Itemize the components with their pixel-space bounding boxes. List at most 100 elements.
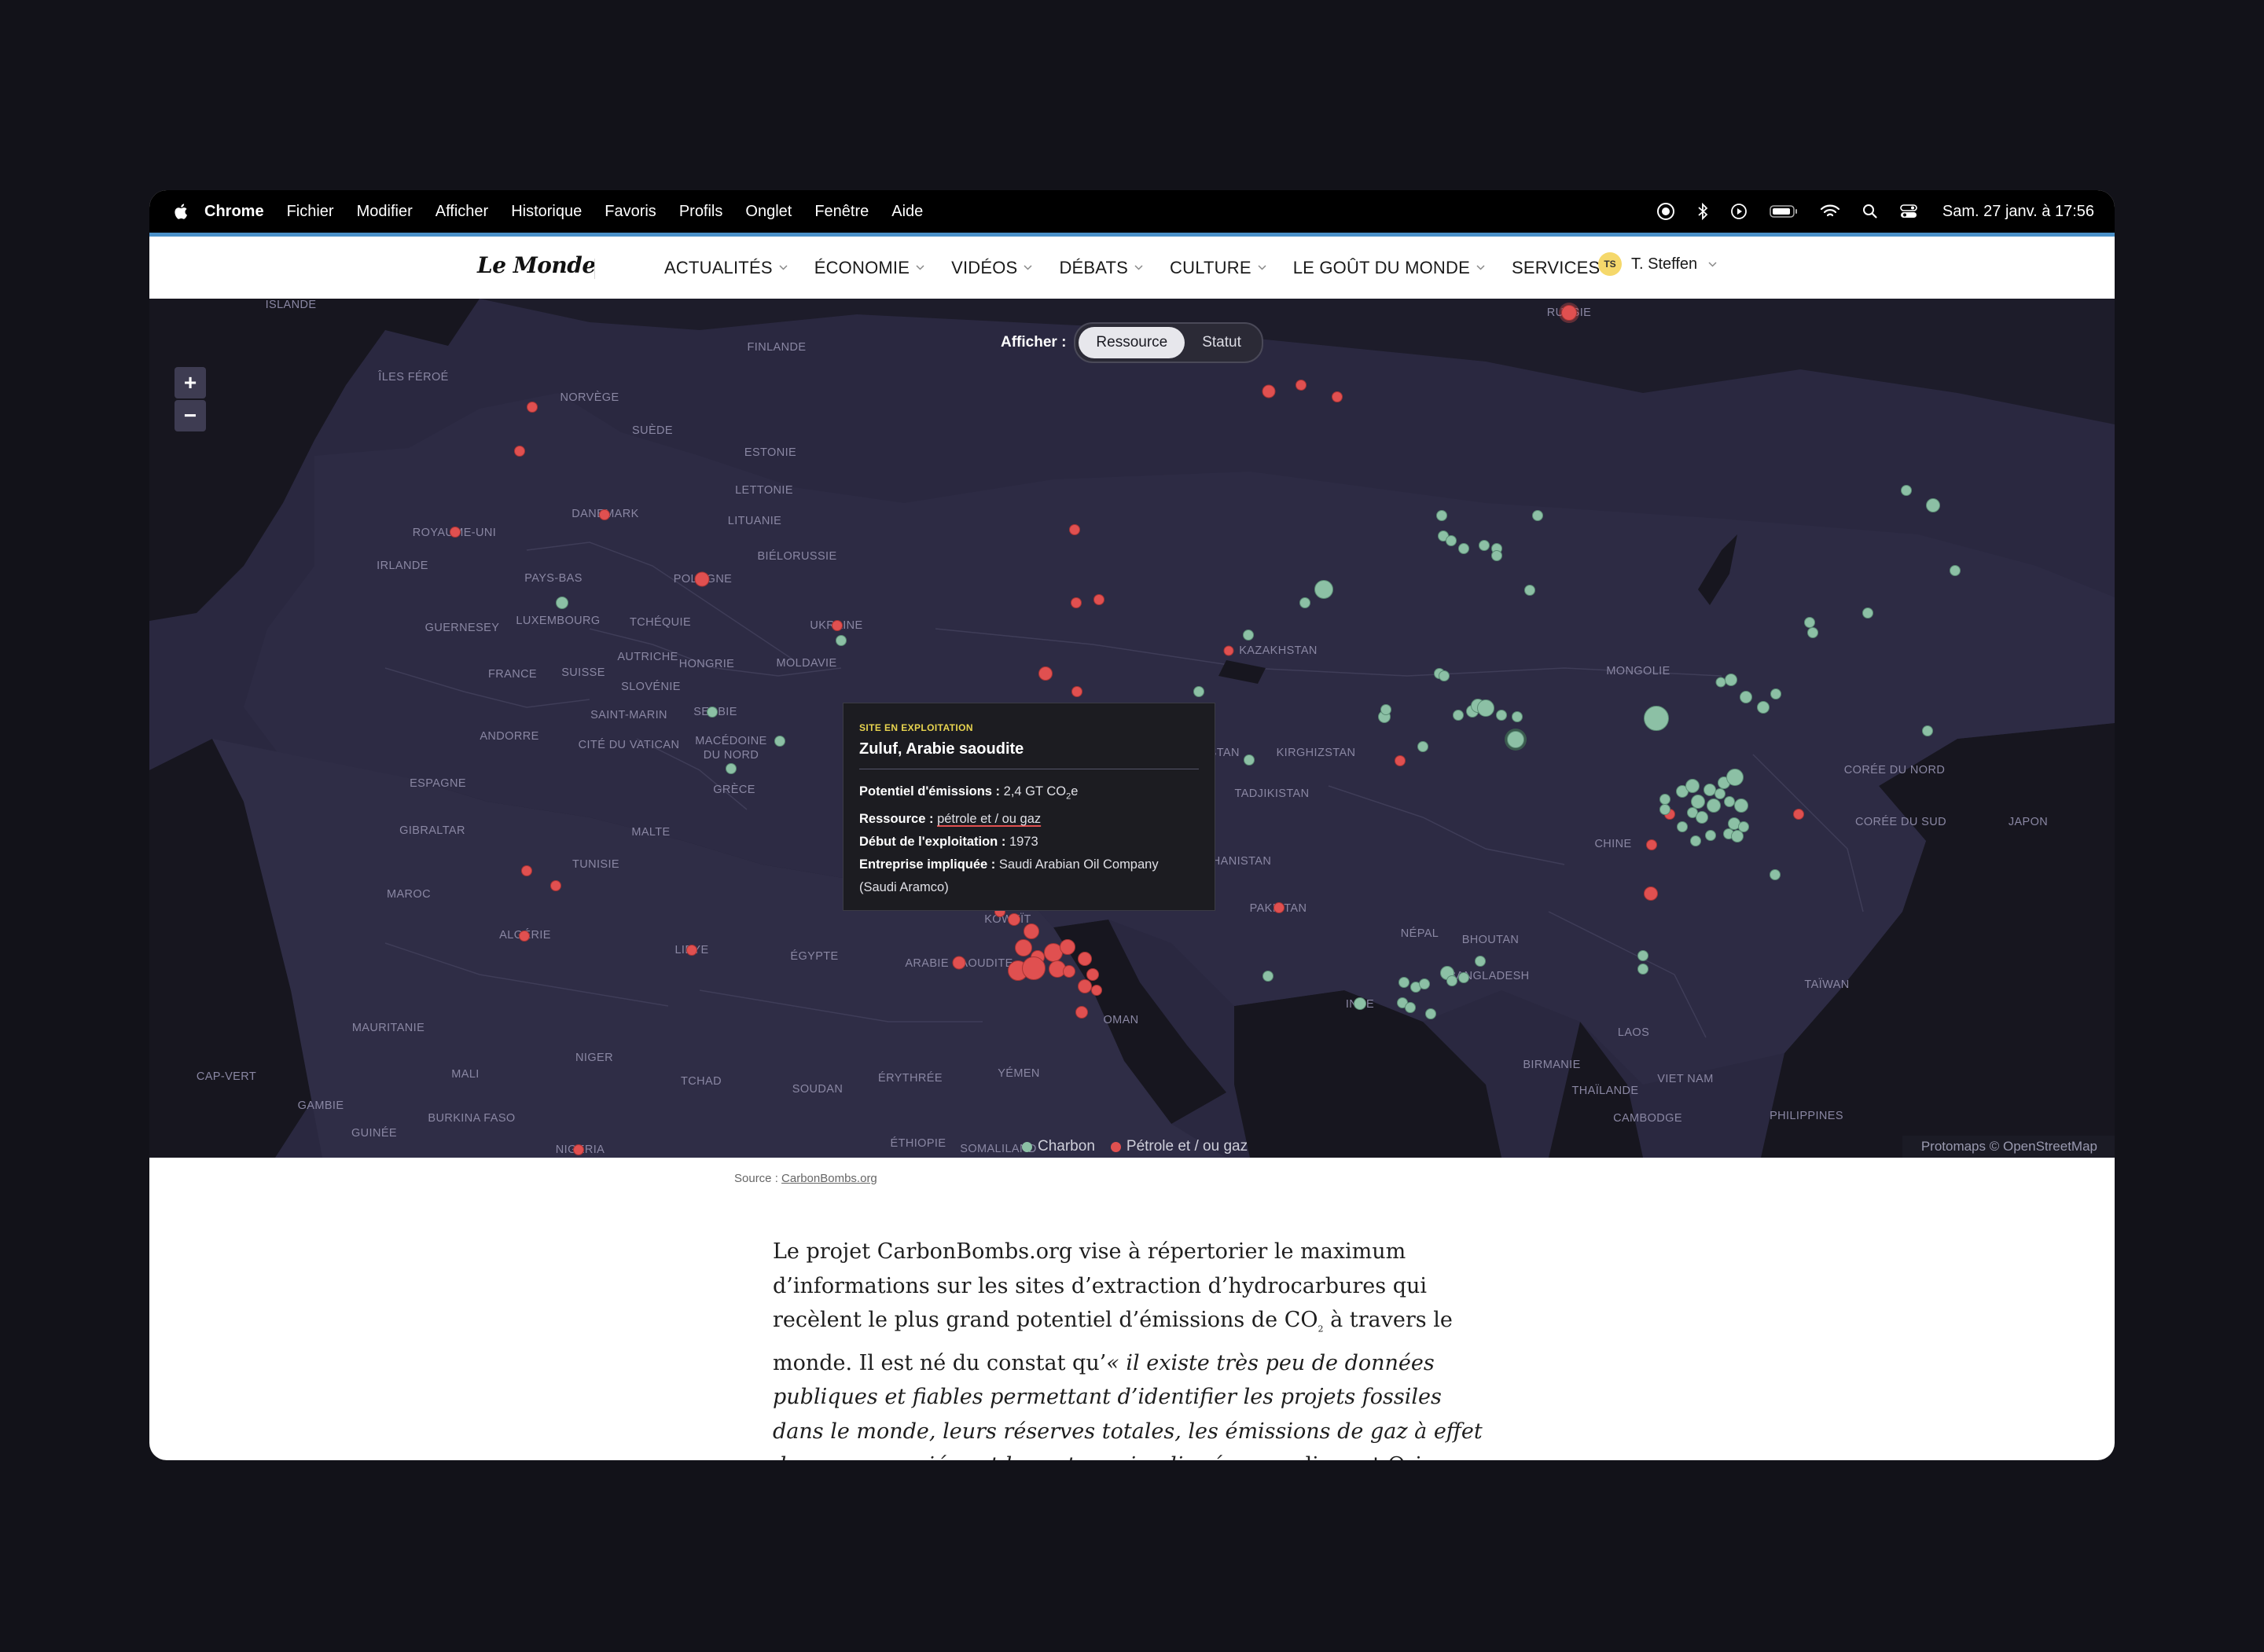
coal-site-marker[interactable] bbox=[1677, 821, 1688, 832]
coal-site-marker[interactable] bbox=[707, 707, 718, 718]
oil-gas-site-marker[interactable] bbox=[1071, 597, 1082, 608]
coal-site-marker[interactable] bbox=[1738, 821, 1749, 832]
oil-gas-site-marker[interactable] bbox=[1091, 985, 1102, 996]
play-icon[interactable] bbox=[1730, 203, 1748, 220]
coal-site-marker[interactable] bbox=[1734, 798, 1748, 813]
coal-site-marker[interactable] bbox=[1637, 950, 1648, 961]
coal-site-marker[interactable] bbox=[1512, 711, 1523, 722]
battery-icon[interactable] bbox=[1770, 204, 1798, 218]
oil-gas-site-marker[interactable] bbox=[1296, 380, 1307, 391]
coal-site-marker[interactable] bbox=[1757, 701, 1770, 714]
coal-site-marker[interactable] bbox=[1262, 971, 1274, 982]
coal-site-marker[interactable] bbox=[1475, 956, 1486, 967]
oil-gas-site-marker[interactable] bbox=[1223, 645, 1234, 656]
menu-aide[interactable]: Aide bbox=[891, 203, 923, 221]
map-attribution[interactable]: Protomaps © OpenStreetMap bbox=[1902, 1136, 2115, 1158]
coal-site-marker[interactable] bbox=[1770, 688, 1781, 699]
oil-gas-site-marker[interactable] bbox=[1395, 755, 1406, 766]
coal-site-marker[interactable] bbox=[1804, 617, 1815, 628]
apple-icon[interactable] bbox=[173, 202, 190, 221]
oil-gas-site-marker[interactable] bbox=[1060, 939, 1075, 955]
oil-gas-site-marker[interactable] bbox=[599, 509, 610, 520]
user-menu[interactable]: TS T. Steffen bbox=[1598, 252, 1717, 276]
oil-gas-site-marker[interactable] bbox=[1008, 913, 1020, 926]
nav-economie[interactable]: ÉCONOMIE bbox=[814, 258, 924, 278]
zoom-out-button[interactable]: − bbox=[175, 400, 206, 431]
oil-gas-site-marker[interactable] bbox=[1071, 686, 1082, 697]
coal-site-marker[interactable] bbox=[1244, 754, 1255, 765]
coal-site-marker[interactable] bbox=[1532, 510, 1543, 521]
coal-site-marker[interactable] bbox=[1926, 498, 1940, 512]
oil-gas-site-marker[interactable] bbox=[527, 402, 538, 413]
coal-site-marker[interactable] bbox=[1726, 769, 1744, 786]
coal-site-marker[interactable] bbox=[1496, 710, 1507, 721]
coal-site-marker[interactable] bbox=[1405, 1002, 1416, 1013]
oil-gas-site-marker[interactable] bbox=[1069, 524, 1080, 535]
coal-site-marker[interactable] bbox=[1507, 731, 1524, 748]
coal-site-marker[interactable] bbox=[1193, 686, 1204, 697]
oil-gas-site-marker[interactable] bbox=[694, 571, 710, 587]
coal-site-marker[interactable] bbox=[1740, 691, 1752, 703]
oil-gas-site-marker[interactable] bbox=[1093, 594, 1104, 605]
oil-gas-site-marker[interactable] bbox=[1332, 391, 1343, 402]
oil-gas-site-marker[interactable] bbox=[1561, 305, 1577, 321]
oil-gas-site-marker[interactable] bbox=[1038, 666, 1053, 681]
oil-gas-site-marker[interactable] bbox=[1086, 968, 1099, 981]
wifi-icon[interactable] bbox=[1820, 204, 1840, 219]
coal-site-marker[interactable] bbox=[1436, 510, 1447, 521]
coal-site-marker[interactable] bbox=[556, 597, 568, 609]
coal-site-marker[interactable] bbox=[1524, 585, 1535, 596]
coal-site-marker[interactable] bbox=[836, 635, 847, 646]
coal-site-marker[interactable] bbox=[1243, 630, 1254, 641]
coal-site-marker[interactable] bbox=[1299, 597, 1310, 608]
coal-site-marker[interactable] bbox=[1696, 811, 1708, 824]
nav-videos[interactable]: VIDÉOS bbox=[951, 258, 1032, 278]
nav-gout-du-monde[interactable]: LE GOÛT DU MONDE bbox=[1293, 258, 1485, 278]
coal-site-marker[interactable] bbox=[1314, 580, 1333, 599]
oil-gas-site-marker[interactable] bbox=[1024, 923, 1039, 939]
oil-gas-site-marker[interactable] bbox=[573, 1144, 584, 1155]
oil-gas-site-marker[interactable] bbox=[1644, 887, 1658, 901]
menubar-clock[interactable]: Sam. 27 janv. à 17:56 bbox=[1942, 203, 2094, 221]
coal-site-marker[interactable] bbox=[1458, 972, 1469, 983]
coal-site-marker[interactable] bbox=[1477, 699, 1494, 717]
menu-favoris[interactable]: Favoris bbox=[605, 203, 656, 221]
nav-culture[interactable]: CULTURE bbox=[1170, 258, 1266, 278]
coal-site-marker[interactable] bbox=[1439, 670, 1450, 681]
coal-site-marker[interactable] bbox=[1417, 741, 1428, 752]
screen-share-icon[interactable] bbox=[1656, 202, 1675, 221]
coal-site-marker[interactable] bbox=[1707, 798, 1721, 813]
coal-site-marker[interactable] bbox=[1659, 804, 1670, 815]
oil-gas-site-marker[interactable] bbox=[1022, 956, 1046, 980]
nav-actualites[interactable]: ACTUALITÉS bbox=[664, 258, 788, 278]
coal-site-marker[interactable] bbox=[1398, 977, 1409, 988]
oil-gas-site-marker[interactable] bbox=[832, 620, 843, 631]
oil-gas-site-marker[interactable] bbox=[514, 446, 525, 457]
oil-gas-site-marker[interactable] bbox=[1078, 952, 1092, 966]
coal-site-marker[interactable] bbox=[1644, 706, 1669, 731]
menu-fenetre[interactable]: Fenêtre bbox=[814, 203, 869, 221]
oil-gas-site-marker[interactable] bbox=[1078, 979, 1092, 993]
coal-site-marker[interactable] bbox=[1446, 975, 1457, 986]
oil-gas-site-marker[interactable] bbox=[1075, 1006, 1088, 1019]
le-monde-logo[interactable]: Le Monde bbox=[477, 252, 596, 278]
oil-gas-site-marker[interactable] bbox=[1262, 384, 1276, 398]
bluetooth-icon[interactable] bbox=[1697, 203, 1708, 220]
coal-site-marker[interactable] bbox=[1419, 978, 1430, 989]
coal-site-marker[interactable] bbox=[1458, 543, 1469, 554]
oil-gas-site-marker[interactable] bbox=[450, 527, 461, 538]
coal-site-marker[interactable] bbox=[1446, 535, 1457, 546]
coal-site-marker[interactable] bbox=[1491, 550, 1502, 561]
coal-site-marker[interactable] bbox=[1724, 796, 1735, 807]
oil-gas-site-marker[interactable] bbox=[550, 880, 561, 891]
menu-onglet[interactable]: Onglet bbox=[745, 203, 792, 221]
menu-historique[interactable]: Historique bbox=[511, 203, 582, 221]
search-icon[interactable] bbox=[1862, 204, 1878, 219]
coal-site-marker[interactable] bbox=[1715, 788, 1726, 799]
source-link[interactable]: CarbonBombs.org bbox=[781, 1172, 877, 1185]
carbon-bombs-map[interactable]: ISLANDE ÎLES FÉROÉ NORVÈGE SUÈDE FINLAND… bbox=[149, 299, 2115, 1158]
menu-afficher[interactable]: Afficher bbox=[436, 203, 488, 221]
coal-site-marker[interactable] bbox=[1705, 830, 1716, 841]
menu-modifier[interactable]: Modifier bbox=[357, 203, 413, 221]
toggle-statut-button[interactable]: Statut bbox=[1185, 327, 1259, 358]
